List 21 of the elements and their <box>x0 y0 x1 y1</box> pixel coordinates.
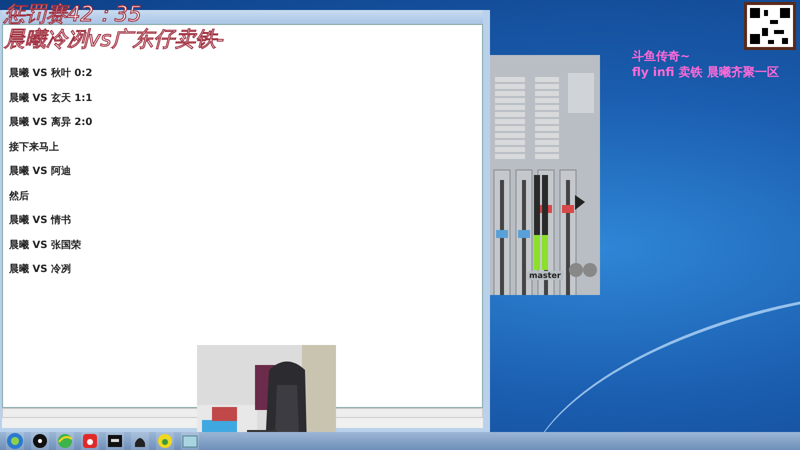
app-icon[interactable] <box>81 432 99 450</box>
window-icon[interactable] <box>181 432 199 450</box>
media-player-icon[interactable] <box>31 432 49 450</box>
music-app-icon[interactable] <box>156 432 174 450</box>
overlay-subtitle: 晨曦冷冽vs广东仔卖铁- <box>4 27 224 52</box>
video-app-icon[interactable] <box>106 432 124 450</box>
qr-code-icon <box>744 2 796 50</box>
caption-line: fly infi 卖铁 晨曦齐聚一区 <box>632 64 779 80</box>
start-button[interactable] <box>6 432 24 450</box>
text-line: 晨曦 VS 冷冽 <box>9 263 71 277</box>
text-line: 晨曦 VS 阿迪 <box>9 165 71 179</box>
text-line: 晨曦 VS 情书 <box>9 214 71 228</box>
mixer-label: master <box>527 271 563 280</box>
text-line: 接下来马上 <box>9 140 59 154</box>
text-line: 晨曦 VS 离异 2:0 <box>9 116 92 130</box>
caption-line: 斗鱼传奇~ <box>632 48 690 64</box>
text-line: 晨曦 VS 玄天 1:1 <box>9 92 92 106</box>
headset-icon[interactable] <box>131 432 149 450</box>
text-line: 晨曦 VS 秋叶 0:2 <box>9 67 92 81</box>
text-line: 晨曦 VS 张国荣 <box>9 238 81 252</box>
text-line: 然后 <box>9 190 29 204</box>
